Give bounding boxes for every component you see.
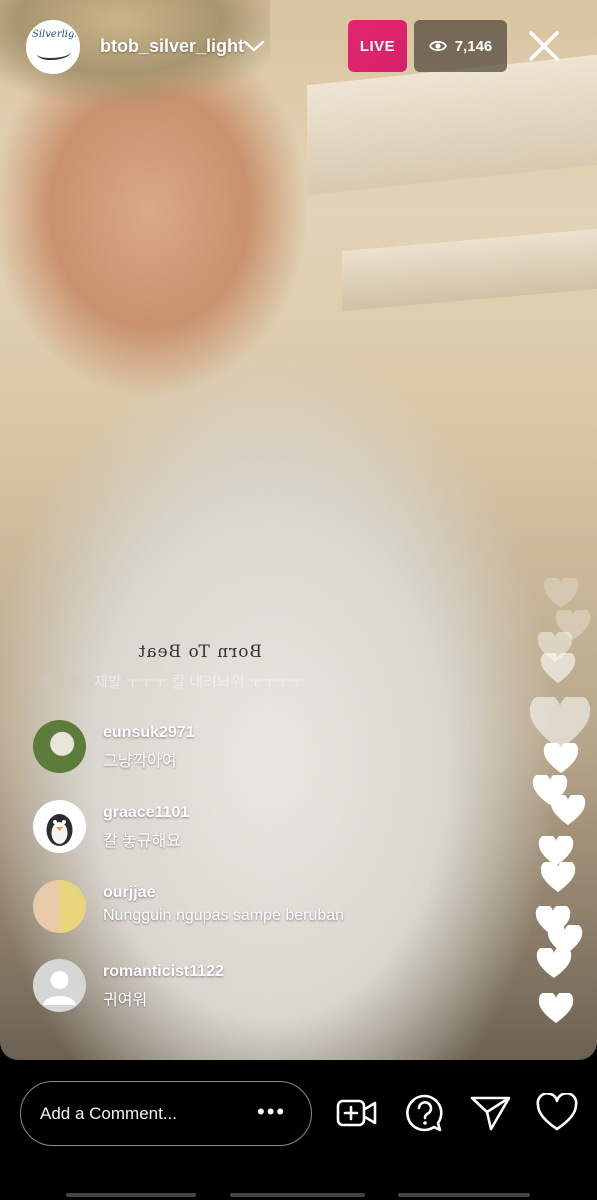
faded-comment-avatar: [40, 670, 80, 692]
floating-heart-icon: [540, 653, 576, 683]
floating-heart-icon: [536, 948, 572, 978]
avatar[interactable]: [33, 800, 86, 853]
floating-heart-icon: [543, 578, 579, 608]
comment-input[interactable]: Add a Comment... •••: [20, 1081, 312, 1146]
viewer-count: 7,146: [454, 37, 493, 55]
top-bar: Silverlight btob_silver_light LIVE 7,146: [0, 0, 597, 95]
comment-placeholder: Add a Comment...: [40, 1104, 178, 1123]
comment-text: Nungguin ngupas sampe beruban: [103, 907, 345, 924]
close-icon[interactable]: [526, 28, 562, 64]
question-icon[interactable]: [403, 1093, 447, 1133]
floating-heart-icon: [540, 862, 576, 892]
comment-item[interactable]: eunsuk2971 그냥깍아여: [33, 720, 533, 776]
comment-username[interactable]: graace1101: [103, 804, 189, 822]
comment-text: 칼 놓규해요: [103, 833, 182, 850]
comment-text: 그냥깍아여: [103, 753, 177, 770]
add-video-icon[interactable]: [335, 1093, 379, 1133]
eye-icon: [428, 40, 447, 52]
floating-heart-icon: [550, 795, 586, 825]
chevron-down-icon[interactable]: [243, 38, 265, 54]
avatar[interactable]: [33, 959, 86, 1012]
comment-username[interactable]: romanticist1122: [103, 963, 224, 981]
comment-item[interactable]: romanticist1122 귀여워: [33, 959, 533, 1015]
bottom-bar: Add a Comment... •••: [0, 1060, 597, 1200]
faded-comment-text: 제발 ㅜㅜㅜ 칼 내려놔워 ㅜㅜㅜㅜ: [94, 673, 304, 691]
floating-heart-icon: [538, 993, 574, 1023]
gesture-bar-segment: [398, 1193, 530, 1197]
video-content-ac-2: [342, 228, 597, 312]
broadcaster-avatar[interactable]: Silverlight: [26, 20, 80, 74]
comment-item[interactable]: graace1101 칼 놓규해요: [33, 800, 533, 856]
comment-username[interactable]: ourjjae: [103, 884, 155, 902]
avatar-logo-text: Silverlight: [32, 29, 80, 40]
default-avatar-icon: [43, 971, 76, 1005]
send-icon[interactable]: [469, 1093, 513, 1133]
live-label: LIVE: [359, 37, 396, 55]
broadcaster-username[interactable]: btob_silver_light: [100, 36, 244, 57]
faded-comment: 제발 ㅜㅜㅜ 칼 내려놔워 ㅜㅜㅜㅜ: [40, 668, 370, 694]
viewer-count-badge[interactable]: 7,146: [414, 20, 507, 72]
floating-heart-icon: [543, 743, 579, 773]
comment-text: 귀여워: [103, 992, 148, 1009]
avatar[interactable]: [33, 880, 86, 933]
gesture-bar-segment: [66, 1193, 196, 1197]
penguin-icon: [46, 814, 73, 846]
comment-item[interactable]: ourjjae Nungguin ngupas sampe beruban: [33, 880, 533, 936]
bird-icon: [37, 46, 71, 60]
avatar[interactable]: [33, 720, 86, 773]
gesture-bar-segment: [230, 1193, 365, 1197]
more-options-button[interactable]: •••: [257, 1099, 286, 1125]
live-badge: LIVE: [348, 20, 407, 72]
heart-icon[interactable]: [535, 1093, 579, 1133]
comment-username[interactable]: eunsuk2971: [103, 724, 195, 742]
shirt-print: Born To Beat: [137, 642, 262, 662]
